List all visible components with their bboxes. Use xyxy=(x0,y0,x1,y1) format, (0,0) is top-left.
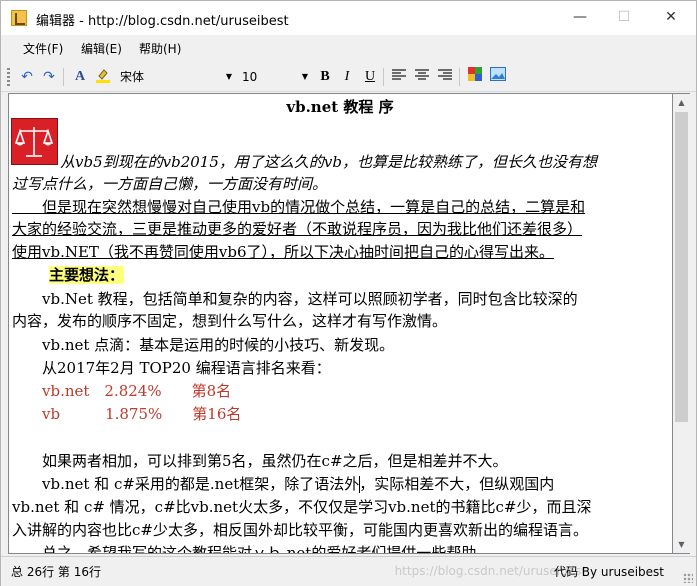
toolbar-separator xyxy=(63,68,64,86)
toolbar: ↶ ↷ A 宋体 ▼ 10 ▼ B I U xyxy=(1,63,696,92)
title-bar[interactable]: 编辑器 - http://blog.csdn.net/uruseibest — … xyxy=(1,1,696,35)
toolbar-separator xyxy=(383,68,384,86)
font-name-value: 宋体 xyxy=(120,70,145,84)
menu-edit[interactable]: 编辑(E) xyxy=(81,40,122,57)
minimize-button[interactable]: — xyxy=(557,1,603,35)
window-title: 编辑器 - http://blog.csdn.net/uruseibest xyxy=(36,14,289,29)
paragraph-line: 入讲解的内容也比c#少太多，相反国外却比较平衡，可能国内更喜欢新出的编程语言。 xyxy=(12,521,588,539)
paragraph-line: 但是现在突然想慢慢对自己使用vb的情况做个总结，一算是自己的总结，二算是和 xyxy=(12,198,586,216)
scroll-down-icon[interactable]: ▼ xyxy=(673,536,690,553)
font-size-value: 10 xyxy=(242,70,258,84)
redo-icon[interactable]: ↷ xyxy=(39,67,59,87)
vertical-scrollbar[interactable]: ▲ ▼ xyxy=(673,93,690,554)
menu-help[interactable]: 帮助(H) xyxy=(139,40,181,57)
doc-title: vb.net 教程 序 xyxy=(286,98,394,116)
status-bar: 总 26行 第 16行 https://blog.csdn.net/urusei… xyxy=(1,556,696,586)
editor-window: 编辑器 - http://blog.csdn.net/uruseibest — … xyxy=(0,0,697,586)
paragraph-line: 从2017年2月 TOP20 编程语言排名来看： xyxy=(12,359,331,377)
menu-file[interactable]: 文件(F) xyxy=(23,40,63,57)
bold-button[interactable]: B xyxy=(315,67,335,87)
paragraph-line: 使用vb.NET（我不再赞同使用vb6了），所以下决心抽时间把自己的心得写出来。 xyxy=(12,243,555,261)
insert-image-icon[interactable] xyxy=(488,67,508,87)
undo-icon[interactable]: ↶ xyxy=(17,67,37,87)
font-size-combo[interactable]: 10 ▼ xyxy=(242,68,308,86)
ranking-line: vb.net 2.824% 第8名 xyxy=(12,382,232,400)
chevron-down-icon: ▼ xyxy=(301,72,308,81)
color-palette-icon[interactable] xyxy=(465,67,485,87)
paragraph-line: vb.net 和 c#采用的都是.net框架，除了语法外，实际相差不大，但纵观国… xyxy=(12,475,555,493)
font-name-combo[interactable]: 宋体 ▼ xyxy=(120,68,232,86)
underline-button[interactable]: U xyxy=(360,67,380,87)
highlight-color-icon[interactable] xyxy=(93,67,113,87)
toolbar-grip[interactable] xyxy=(7,68,10,86)
ranking-line: vb 1.875% 第16名 xyxy=(12,405,242,423)
heading-highlight: 主要想法： xyxy=(49,266,125,284)
scroll-thumb[interactable] xyxy=(675,112,688,422)
chevron-down-icon: ▼ xyxy=(225,72,232,81)
align-right-icon[interactable] xyxy=(435,67,455,87)
paragraph-line: vb.net 和 c# 情况，c#比vb.net火太多，不仅仅是学习vb.net… xyxy=(12,498,592,516)
paragraph-line: vb.net 点滴：基本是运用的时候的小技巧、新发现。 xyxy=(12,336,395,354)
paragraph-line: vb.Net 教程，包括简单和复杂的内容，这样可以照顾初学者，同时包含比较深的 xyxy=(12,290,578,308)
close-button[interactable]: ✕ xyxy=(648,1,694,35)
rich-text-editor[interactable]: vb.net 教程 序 从vb5到现在的vb2015，用了这么久的vb，也算是比… xyxy=(8,93,673,554)
section-heading: 主要想法： xyxy=(49,264,125,286)
paragraph-line: 总之，希望我写的这个教程能对ｖｂ.net的爱好者们提供一些帮助。 xyxy=(12,544,492,554)
text-caret xyxy=(359,476,360,493)
scales-of-justice-icon xyxy=(11,118,58,165)
paragraph-line: 过写点什么，一方面自己懒，一方面没有时间。 xyxy=(12,175,328,193)
line-count-status: 总 26行 第 16行 xyxy=(11,565,101,579)
italic-button[interactable]: I xyxy=(337,67,357,87)
paragraph-line: 从vb5到现在的vb2015，用了这么久的vb，也算是比较熟练了，但长久也没有想 xyxy=(60,153,597,171)
app-icon xyxy=(11,10,27,26)
align-center-icon[interactable] xyxy=(412,67,432,87)
paragraph-line: 如果两者相加，可以排到第5名，虽然仍在c#之后，但是相差并不大。 xyxy=(12,452,508,470)
font-color-icon[interactable]: A xyxy=(70,67,90,87)
resize-grip[interactable] xyxy=(683,573,693,583)
paragraph-line: 内容，发布的顺序不固定，想到什么写什么，这样才有写作激情。 xyxy=(12,312,448,330)
menu-bar: 文件(F) 编辑(E) 帮助(H) xyxy=(1,35,696,63)
scroll-up-icon[interactable]: ▲ xyxy=(673,94,690,111)
paragraph-line: 大家的经验交流，三更是推动更多的爱好者（不敢说程序员，因为我比他们还差很多） xyxy=(12,220,583,238)
align-left-icon[interactable] xyxy=(389,67,409,87)
maximize-button[interactable]: ☐ xyxy=(601,1,647,35)
toolbar-separator xyxy=(459,68,460,86)
author-status: 代码 By uruseibest xyxy=(553,565,664,579)
